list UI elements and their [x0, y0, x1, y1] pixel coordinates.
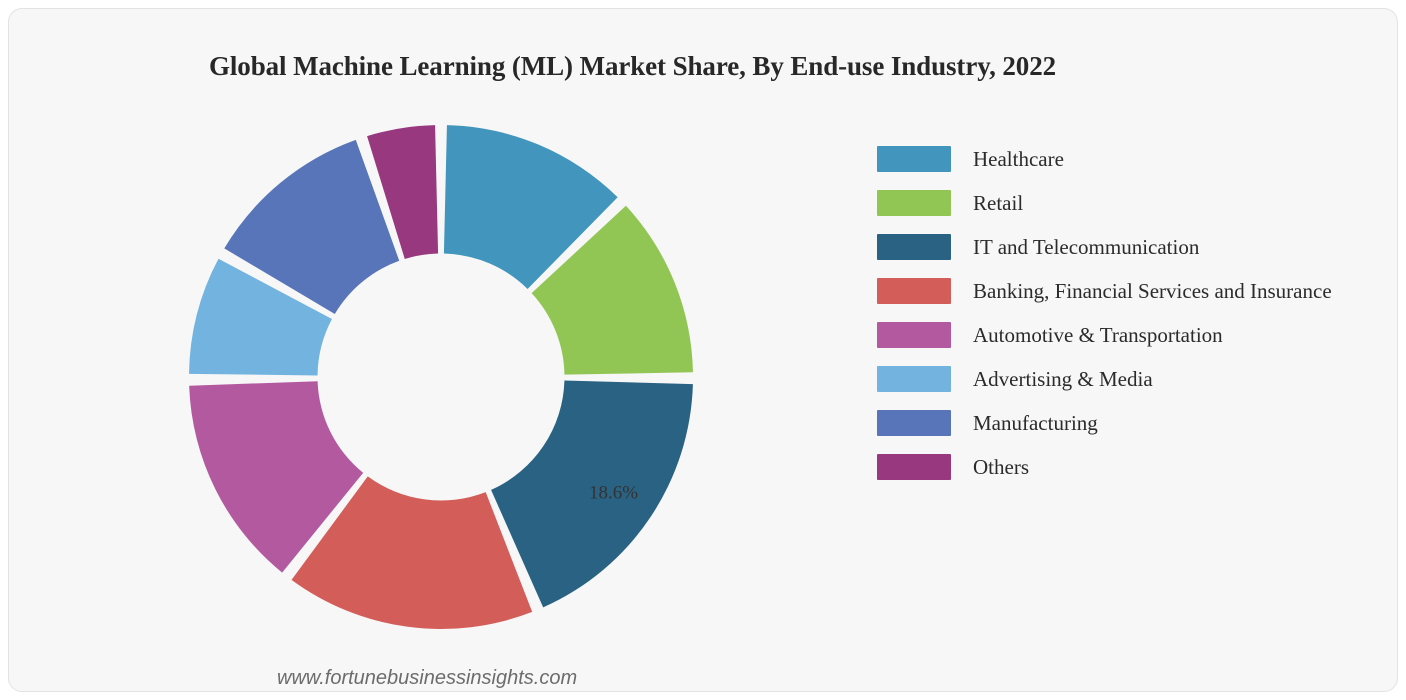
chart-card: Global Machine Learning (ML) Market Shar…: [8, 8, 1398, 692]
watermark: www.fortunebusinessinsights.com: [277, 667, 578, 689]
legend-item-label: Retail: [973, 190, 1024, 215]
donut-slices: [189, 125, 693, 629]
legend-item[interactable]: Healthcare: [877, 137, 1397, 181]
legend-item[interactable]: IT and Telecommunication: [877, 225, 1397, 269]
legend-swatch: [877, 410, 951, 436]
legend-swatch: [877, 366, 951, 392]
slice-value-label: 18.6%: [589, 483, 638, 504]
legend-swatch: [877, 190, 951, 216]
chart-page: Global Machine Learning (ML) Market Shar…: [0, 0, 1406, 700]
donut-chart-svg: 18.6%: [189, 125, 693, 629]
legend-item[interactable]: Advertising & Media: [877, 357, 1397, 401]
legend-item-label: Others: [973, 454, 1029, 479]
legend-item-label: Banking, Financial Services and Insuranc…: [973, 278, 1332, 303]
legend: Healthcare Retail IT and Telecommunication…: [877, 137, 1397, 489]
donut-chart: 18.6%: [184, 120, 698, 634]
legend-item[interactable]: Banking, Financial Services and Insuranc…: [877, 269, 1397, 313]
legend-item-label: Automotive & Transportation: [973, 322, 1223, 347]
legend-swatch: [877, 278, 951, 304]
legend-item[interactable]: Retail: [877, 181, 1397, 225]
legend-swatch: [877, 454, 951, 480]
legend-swatch: [877, 234, 951, 260]
legend-swatch: [877, 322, 951, 348]
legend-item-label: Healthcare: [973, 146, 1064, 171]
legend-item[interactable]: Others: [877, 445, 1397, 489]
legend-item-label: Manufacturing: [973, 410, 1098, 435]
legend-swatch: [877, 146, 951, 172]
page-title: Global Machine Learning (ML) Market Shar…: [209, 51, 1057, 81]
legend-item-label: IT and Telecommunication: [973, 234, 1200, 259]
legend-item[interactable]: Manufacturing: [877, 401, 1397, 445]
donut-slice-labels: 18.6%: [589, 483, 638, 504]
legend-item-label: Advertising & Media: [973, 366, 1153, 391]
legend-item[interactable]: Automotive & Transportation: [877, 313, 1397, 357]
